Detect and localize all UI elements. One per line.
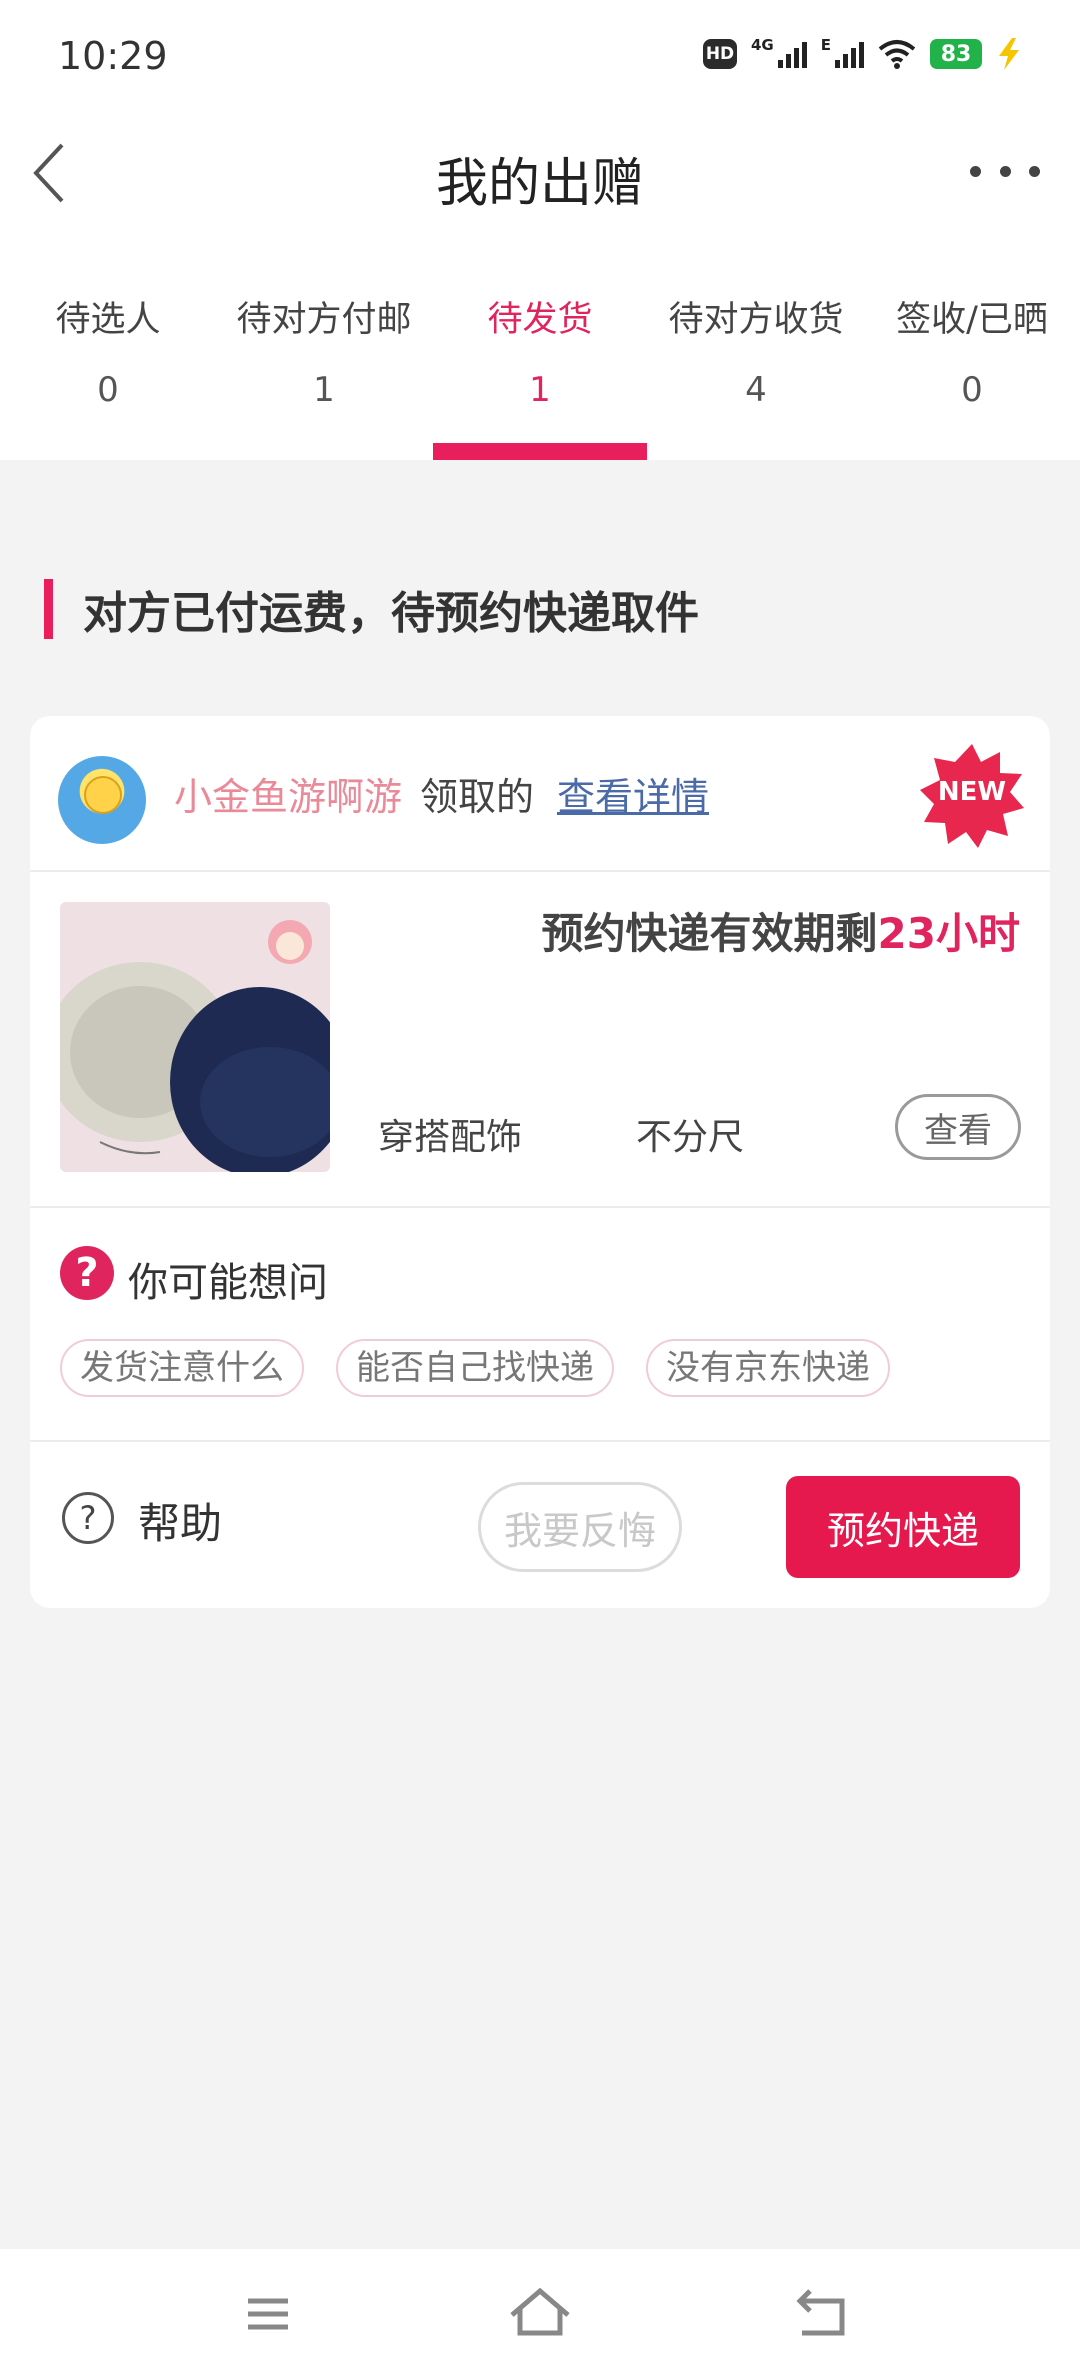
faq-chips: 发货注意什么 能否自己找快递 没有京东快递 [60,1339,890,1397]
item-category: 穿搭配饰 [378,1117,523,1158]
item-row: 预约快递有效期剩23小时 穿搭配饰 不分尺 查看 [30,872,1050,1208]
tab-label: 待对方收货 [668,300,844,340]
faq-title: 你可能想问 [128,1260,328,1306]
system-nav-bar [0,2249,1080,2376]
faq-chip[interactable]: 没有京东快递 [646,1339,890,1397]
deadline-value: 23小时 [877,909,1020,958]
receiver-name[interactable]: 小金鱼游啊游 [174,766,402,821]
faq-row: ? 你可能想问 发货注意什么 能否自己找快递 没有京东快递 [30,1208,1050,1442]
item-size: 不分尺 [636,1117,745,1158]
view-details-link[interactable]: 查看详情 [557,766,709,821]
status-tabs: 待选人 0 待对方付邮 1 待发货 1 待对方收货 4 签收/已晒 0 [0,290,1080,460]
tab-count: 4 [745,370,767,410]
tab-indicator [433,443,647,460]
tab-count: 0 [97,370,119,410]
back-nav-icon[interactable] [784,2279,864,2349]
gift-order-card: 小金鱼游啊游 领取的 查看详情 NEW 预约快递有效期剩23小时 穿搭配饰 不分… [30,716,1050,1608]
battery-icon: 83 [930,39,982,69]
hd-icon: HD [703,39,737,69]
new-badge: NEW [918,742,1026,850]
signal-icon-2 [835,40,864,68]
avatar[interactable] [58,756,146,844]
question-icon: ? [60,1246,114,1300]
section-heading: 对方已付运费，待预约快递取件 [44,578,699,640]
charging-icon [999,38,1019,70]
item-photo[interactable] [60,902,330,1172]
page-title: 我的出赠 [435,154,644,214]
top-panel: 10:29 HD 4G E 83 我的出赠 待选人 0 待对方付邮 1 待发货 … [0,0,1080,460]
section-heading-text: 对方已付运费，待预约快递取件 [83,588,699,639]
new-badge-text: NEW [937,777,1007,807]
faq-chip[interactable]: 发货注意什么 [60,1339,304,1397]
tab-pending-ship[interactable]: 待发货 1 [432,290,648,460]
deadline-prefix: 预约快递有效期剩 [541,909,878,958]
section-accent-bar [44,579,53,639]
tab-count: 1 [313,370,335,410]
tab-pending-select[interactable]: 待选人 0 [0,290,216,460]
status-bar: 10:29 HD 4G E 83 [0,0,1080,115]
wifi-icon [878,40,916,69]
tab-label: 待选人 [55,300,161,340]
help-icon[interactable]: ? [62,1492,114,1544]
action-row: ? 帮助 我要反悔 预约快递 [30,1442,1050,1606]
network-e-label: E [820,36,831,54]
help-label[interactable]: 帮助 [138,1490,222,1551]
tab-label: 待对方付邮 [236,300,412,340]
regret-button[interactable]: 我要反悔 [478,1482,682,1572]
network-4g-label: 4G [751,36,774,54]
more-options-icon[interactable] [970,151,1040,191]
received-text: 领取的 [420,775,535,819]
tab-label: 待发货 [487,300,593,340]
view-button[interactable]: 查看 [895,1094,1021,1160]
tab-signed-shared[interactable]: 签收/已晒 0 [864,290,1080,460]
signal-icon [777,40,807,68]
tab-pending-receipt[interactable]: 待对方收货 4 [648,290,864,460]
tab-label: 签收/已晒 [896,300,1048,340]
status-icons: HD 4G E 83 [703,36,1022,70]
booking-deadline: 预约快递有效期剩23小时 [542,900,1020,961]
tab-pending-postage[interactable]: 待对方付邮 1 [216,290,432,460]
status-time: 10:29 [58,34,168,78]
faq-chip[interactable]: 能否自己找快递 [336,1339,614,1397]
home-icon[interactable] [500,2279,580,2349]
tab-count: 0 [961,370,983,410]
receiver-row: 小金鱼游啊游 领取的 查看详情 NEW [30,716,1050,872]
book-courier-button[interactable]: 预约快递 [786,1476,1020,1578]
nav-bar: 我的出赠 [0,115,1080,230]
menu-icon[interactable] [228,2279,308,2349]
tab-count: 1 [529,370,551,410]
